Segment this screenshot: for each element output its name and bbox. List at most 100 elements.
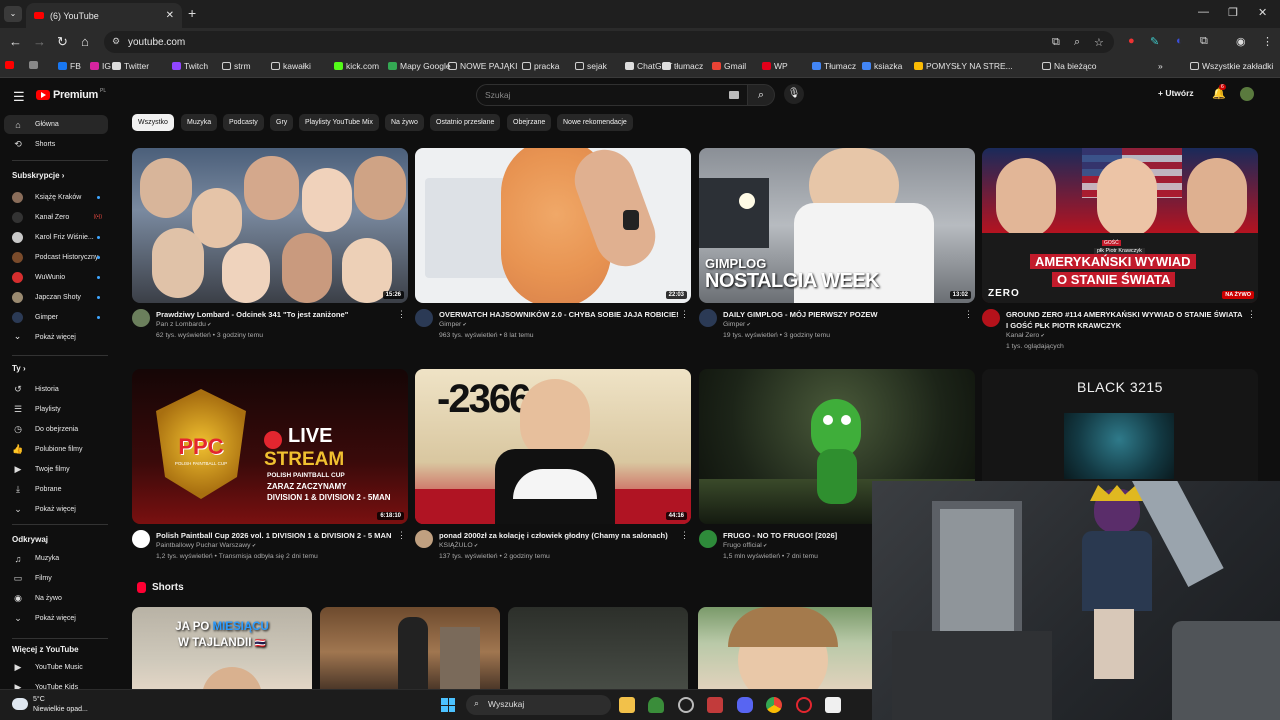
bookmark-item[interactable]: sejak (575, 61, 607, 71)
chrome-icon[interactable] (766, 697, 782, 713)
filter-chip[interactable]: Podcasty (223, 114, 264, 131)
explore-header[interactable]: Odkrywaj (12, 535, 48, 544)
bookmark-item[interactable]: IG (90, 61, 111, 71)
discord-icon[interactable] (737, 697, 753, 713)
more-actions-icon[interactable]: ⋮ (397, 309, 406, 320)
channel-name[interactable]: Paintballowy Puchar Warszawy ✔ (156, 542, 256, 549)
sidebar-item-you[interactable]: ↺ Historia (4, 380, 108, 399)
bookmark-item[interactable]: POMYSŁY NA STRE... (914, 61, 1013, 71)
filter-chip[interactable]: Gry (270, 114, 294, 131)
video-title[interactable]: ponad 2000zł za kolację i człowiek głodn… (439, 530, 679, 541)
sidebar-item-you[interactable]: ⤓ Pobrane (4, 480, 108, 499)
channel-avatar[interactable] (132, 530, 150, 548)
search-input[interactable]: Szukaj (476, 84, 748, 106)
app-window-icon[interactable] (825, 697, 841, 713)
channel-avatar[interactable] (415, 309, 433, 327)
bookmark-item[interactable]: Na bieżąco (1042, 61, 1097, 71)
sidebar-item-subscription[interactable]: Japczan Shoty (4, 288, 108, 307)
notifications-button[interactable]: 🔔 6 (1212, 84, 1226, 100)
more-actions-icon[interactable]: ⋮ (680, 530, 689, 541)
browser-menu-icon[interactable]: ⋮ (1262, 35, 1273, 48)
bookmark-item[interactable]: Twitter (112, 61, 149, 71)
opera-icon[interactable] (796, 697, 812, 713)
channel-avatar[interactable] (132, 309, 150, 327)
profile-icon[interactable]: ◉ (1236, 35, 1246, 48)
sidebar-item-subscription[interactable]: Podcast Historyczny (4, 248, 108, 267)
video-title[interactable]: Polish Paintball Cup 2026 vol. 1 DIVISIO… (156, 530, 396, 541)
sidebar-item-subscription[interactable]: Gimper (4, 308, 108, 327)
bookmark-item[interactable]: strm (222, 61, 251, 71)
short-thumbnail-4[interactable] (698, 607, 878, 697)
more-actions-icon[interactable]: ⋮ (397, 530, 406, 541)
more-actions-icon[interactable]: ⋮ (964, 309, 973, 320)
minimize-icon[interactable]: — (1198, 6, 1209, 18)
sidebar-item-you[interactable]: 👍 Polubione filmy (4, 440, 108, 459)
reload-icon[interactable]: ↻ (57, 34, 68, 50)
filter-chip[interactable]: Muzyka (181, 114, 218, 131)
shield-app-icon[interactable] (648, 697, 664, 713)
short-thumbnail-3[interactable] (508, 607, 688, 697)
more-from-youtube-header[interactable]: Więcej z YouTube (12, 645, 79, 654)
sidebar-item-you[interactable]: ▶ Twoje filmy (4, 460, 108, 479)
sidebar-item-youtube-app[interactable]: ▶ YouTube Music (4, 658, 108, 677)
taskbar-search[interactable]: ⌕ Wyszukaj (466, 695, 611, 715)
bookmark-item[interactable]: Tłumacz (812, 61, 856, 71)
all-bookmarks-folder[interactable]: Wszystkie zakładki (1190, 61, 1273, 71)
short-thumbnail-2[interactable] (320, 607, 500, 697)
sidebar-item-home[interactable]: ⌂ Główna (4, 115, 108, 134)
bookmark-item[interactable]: FB (58, 61, 81, 71)
video-title[interactable]: DAILY GIMPLOG - MÓJ PIERWSZY POZEW (723, 309, 963, 320)
extension-icon[interactable]: ✎ (1150, 35, 1159, 48)
extensions-puzzle-icon[interactable]: ⧉ (1200, 35, 1208, 48)
search-button[interactable]: ⌕ (747, 84, 775, 106)
zoom-icon[interactable]: ⌕ (1074, 36, 1080, 49)
bookmark-item[interactable]: ksiazka (862, 61, 902, 71)
home-icon[interactable]: ⌂ (81, 34, 89, 49)
hamburger-menu-icon[interactable]: ☰ (13, 89, 25, 105)
record-extension-icon[interactable]: ● (1128, 35, 1135, 47)
bookmark-item[interactable]: NOWE PAJĄKI (448, 61, 517, 71)
video-title[interactable]: OVERWATCH HAJSOWNIKÓW 2.0 - CHYBA SOBIE … (439, 309, 679, 320)
more-actions-icon[interactable]: ⋮ (1247, 309, 1256, 320)
bookmark-item[interactable]: WP (762, 61, 788, 71)
game-app-icon[interactable] (707, 697, 723, 713)
sidebar-item-subscription[interactable]: ⌄ Pokaż więcej (4, 328, 108, 347)
settings-app-icon[interactable] (678, 697, 694, 713)
file-explorer-icon[interactable] (619, 697, 635, 713)
channel-name[interactable]: Frugo official ✔ (723, 542, 767, 549)
bookmark-item[interactable]: tłumacz (662, 61, 703, 71)
video-thumbnail[interactable]: GOŚĆ płk Piotr Krawczyk AMERYKAŃSKI WYWI… (982, 148, 1258, 303)
sidebar-item-explore[interactable]: ♫ Muzyka (4, 549, 108, 568)
bookmark-item[interactable]: Gmail (712, 61, 746, 71)
filter-chip[interactable]: Playlisty YouTube Mix (299, 114, 379, 131)
video-thumbnail[interactable]: 22:03 (415, 148, 691, 303)
video-thumbnail[interactable]: -2366zł 44:16 (415, 369, 691, 524)
video-thumbnail[interactable]: 15:26 (132, 148, 408, 303)
sidebar-item-you[interactable]: ◷ Do obejrzenia (4, 420, 108, 439)
sidebar-item-you[interactable]: ⌄ Pokaż więcej (4, 500, 108, 519)
video-title[interactable]: GROUND ZERO #114 AMERYKAŃSKI WYWIAD O ST… (1006, 309, 1246, 331)
back-icon[interactable]: ← (9, 34, 22, 49)
bookmark-item[interactable] (5, 61, 17, 69)
video-thumbnail[interactable]: GIMPLOG NOSTALGIA WEEK 13:02 (699, 148, 975, 303)
channel-avatar[interactable] (699, 309, 717, 327)
channel-avatar[interactable] (415, 530, 433, 548)
tab-list-button[interactable]: ⌄ (4, 6, 22, 22)
keyboard-icon[interactable] (729, 91, 739, 99)
channel-avatar[interactable] (982, 309, 1000, 327)
voice-search-button[interactable]: 🎙 (784, 84, 804, 104)
sidebar-item-subscription[interactable]: Książę Kraków (4, 188, 108, 207)
youtube-premium-logo[interactable]: Premium PL (36, 88, 106, 101)
bookmark-item[interactable]: pracka (522, 61, 560, 71)
sidebar-item-subscription[interactable]: Kanał Zero ((•)) (4, 208, 108, 227)
video-title[interactable]: Prawdziwy Lombard - Odcinek 341 "To jest… (156, 309, 396, 320)
channel-name[interactable]: Pan z Lombardu ✔ (156, 321, 211, 328)
restore-icon[interactable]: ❐ (1228, 6, 1238, 19)
bookmark-item[interactable]: Twitch (172, 61, 208, 71)
filter-chip[interactable]: Obejrzane (507, 114, 552, 131)
more-actions-icon[interactable]: ⋮ (680, 309, 689, 320)
bookmark-item[interactable] (29, 61, 41, 69)
subscriptions-header[interactable]: Subskrypcje › (12, 171, 64, 180)
sidebar-item-explore[interactable]: ▭ Filmy (4, 569, 108, 588)
short-thumbnail-1[interactable]: JA PO MIESIĄCU W TAJLANDII 🇹🇭 (132, 607, 312, 697)
